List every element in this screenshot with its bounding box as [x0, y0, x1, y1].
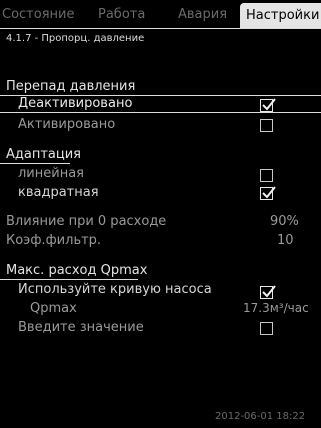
option-quadratic-label[interactable]: квадратная [18, 185, 99, 200]
tab-status[interactable]: Состояние [2, 4, 74, 26]
option-linear-label[interactable]: линейная [18, 166, 84, 181]
option-deactivated-label[interactable]: Деактивировано [18, 96, 132, 111]
checkbox-linear[interactable] [260, 169, 273, 182]
checkbox-deactivated[interactable] [260, 98, 276, 112]
checkmark-icon [262, 98, 276, 111]
filter-label: Коэф.фильтр. [6, 233, 102, 248]
qpmax-value: 17.3м³/час [243, 301, 309, 315]
section-underline [0, 279, 138, 280]
section-underline [0, 163, 70, 164]
enter-value-label[interactable]: Введите значение [18, 320, 144, 335]
influence-label: Влияние при 0 расходе [6, 214, 167, 229]
tab-settings[interactable]: Настройки [240, 3, 321, 28]
section-title-qpmax: Макс. расход Qpmax [6, 263, 148, 278]
tab-divider [0, 28, 321, 29]
checkmark-icon [262, 285, 276, 298]
use-pump-curve-label[interactable]: Используйте кривую насоса [18, 282, 212, 297]
checkbox-quadratic[interactable] [260, 186, 276, 200]
checkbox-activated[interactable] [260, 119, 273, 132]
section-title-adaptation: Адаптация [6, 147, 82, 162]
qpmax-label: Qpmax [30, 301, 77, 316]
checkmark-icon [262, 186, 276, 199]
section-title-diff-pressure: Перепад давления [6, 79, 136, 94]
influence-value[interactable]: 90% [270, 214, 299, 229]
filter-value[interactable]: 10 [277, 233, 294, 248]
checkbox-enter-value[interactable] [260, 322, 273, 335]
tab-alarm[interactable]: Авария [178, 4, 227, 26]
checkbox-use-pump-curve[interactable] [260, 285, 276, 299]
option-activated-label[interactable]: Активировано [18, 117, 115, 132]
tab-bar: Состояние Работа Авария Настройки [0, 0, 321, 28]
footer-timestamp: 2012-06-01 18:22 [215, 411, 306, 422]
tab-operation[interactable]: Работа [98, 4, 145, 26]
breadcrumb: 4.1.7 - Пропорц. давление [6, 33, 145, 44]
